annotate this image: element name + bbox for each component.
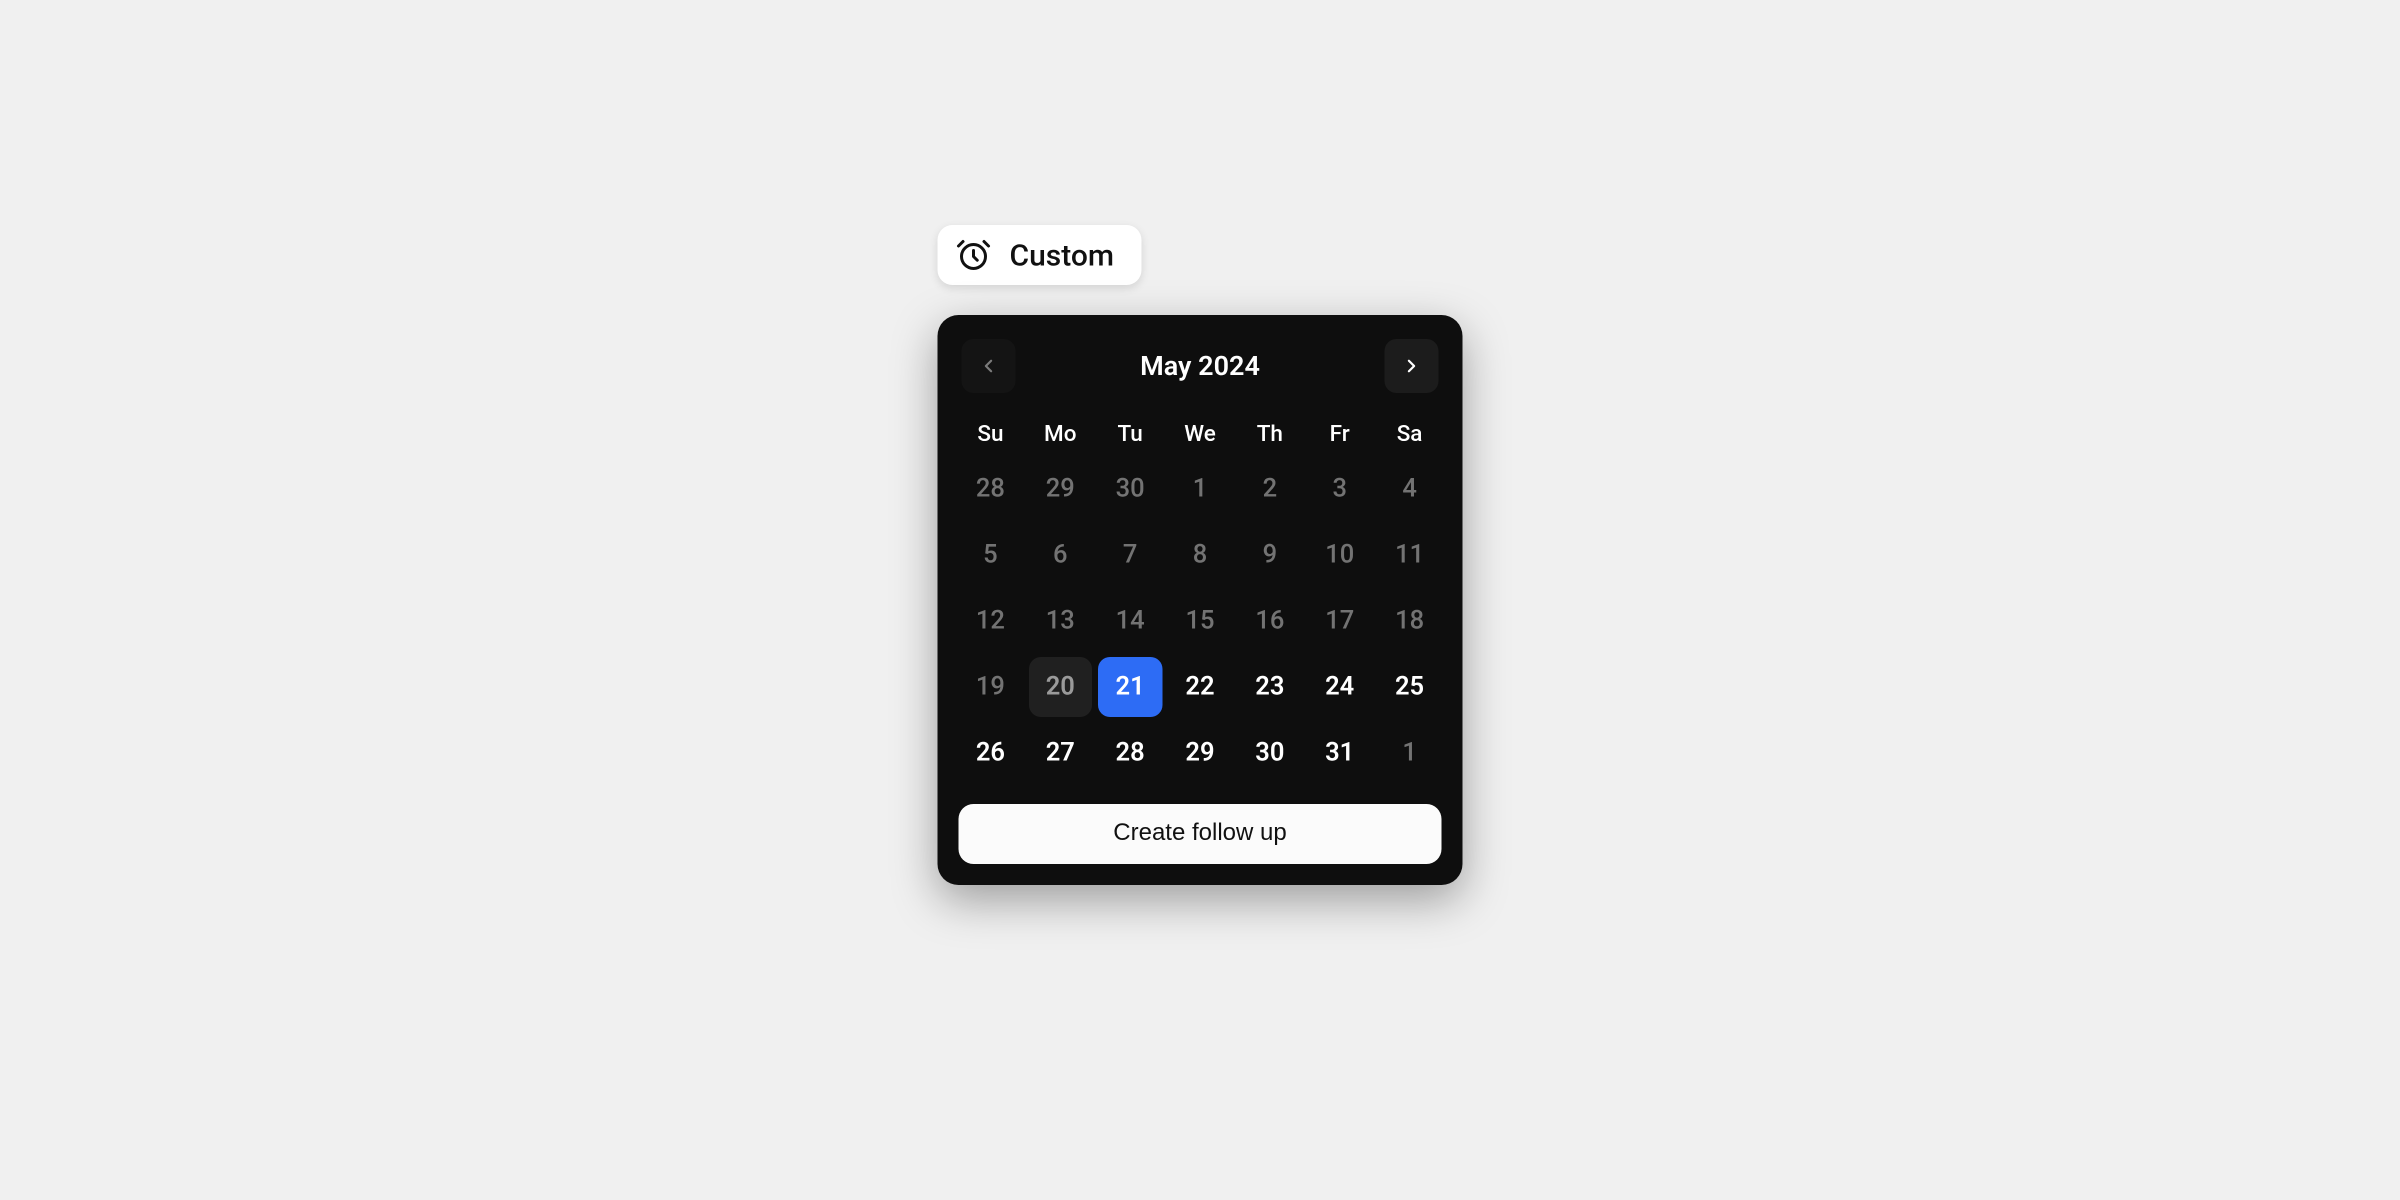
weekday-label: Sa [1378, 411, 1442, 459]
calendar-weekday-row: Su Mo Tu We Th Fr Sa [959, 411, 1442, 459]
calendar-day[interactable]: 25 [1378, 657, 1442, 717]
weekday-label: Fr [1308, 411, 1372, 459]
calendar-day[interactable]: 28 [959, 459, 1023, 519]
calendar-popover: May 2024 Su Mo Tu We Th Fr Sa 2829301234… [938, 315, 1463, 885]
calendar-day[interactable]: 27 [1028, 723, 1092, 783]
calendar-day[interactable]: 28 [1098, 723, 1162, 783]
calendar-day[interactable]: 15 [1168, 591, 1232, 651]
calendar-day[interactable]: 29 [1028, 459, 1092, 519]
calendar-day[interactable]: 30 [1238, 723, 1302, 783]
calendar-day[interactable]: 12 [959, 591, 1023, 651]
calendar-day[interactable]: 16 [1238, 591, 1302, 651]
weekday-label: We [1168, 411, 1232, 459]
calendar-day[interactable]: 30 [1098, 459, 1162, 519]
calendar-day[interactable]: 10 [1308, 525, 1372, 585]
next-month-button[interactable] [1385, 339, 1439, 393]
calendar-day[interactable]: 9 [1238, 525, 1302, 585]
calendar-day[interactable]: 20 [1028, 657, 1092, 717]
custom-chip[interactable]: Custom [938, 225, 1142, 285]
calendar-day[interactable]: 18 [1378, 591, 1442, 651]
calendar-day[interactable]: 1 [1168, 459, 1232, 519]
calendar-day[interactable]: 17 [1308, 591, 1372, 651]
calendar-day[interactable]: 2 [1238, 459, 1302, 519]
calendar-day[interactable]: 22 [1168, 657, 1232, 717]
calendar-header: May 2024 [959, 336, 1442, 396]
calendar-day[interactable]: 8 [1168, 525, 1232, 585]
weekday-label: Tu [1098, 411, 1162, 459]
calendar-day[interactable]: 13 [1028, 591, 1092, 651]
chevron-left-icon [978, 356, 999, 377]
chevron-right-icon [1401, 356, 1422, 377]
create-follow-up-button[interactable]: Create follow up [959, 804, 1442, 864]
calendar-day[interactable]: 7 [1098, 525, 1162, 585]
calendar-days-grid: 2829301234567891011121314151617181920212… [959, 459, 1442, 783]
calendar-day[interactable]: 5 [959, 525, 1023, 585]
calendar-day[interactable]: 6 [1028, 525, 1092, 585]
weekday-label: Su [959, 411, 1023, 459]
weekday-label: Th [1238, 411, 1302, 459]
calendar-day[interactable]: 4 [1378, 459, 1442, 519]
calendar-day[interactable]: 1 [1378, 723, 1442, 783]
calendar-day[interactable]: 23 [1238, 657, 1302, 717]
custom-chip-label: Custom [1010, 237, 1115, 273]
calendar-day[interactable]: 14 [1098, 591, 1162, 651]
prev-month-button[interactable] [962, 339, 1016, 393]
calendar-day[interactable]: 11 [1378, 525, 1442, 585]
calendar-day[interactable]: 29 [1168, 723, 1232, 783]
calendar-month-label: May 2024 [1140, 350, 1260, 382]
calendar-day[interactable]: 31 [1308, 723, 1372, 783]
calendar-day[interactable]: 3 [1308, 459, 1372, 519]
weekday-label: Mo [1028, 411, 1092, 459]
calendar-day[interactable]: 19 [959, 657, 1023, 717]
alarm-clock-icon [956, 237, 992, 273]
calendar-day[interactable]: 26 [959, 723, 1023, 783]
calendar-day[interactable]: 21 [1098, 657, 1162, 717]
calendar-day[interactable]: 24 [1308, 657, 1372, 717]
